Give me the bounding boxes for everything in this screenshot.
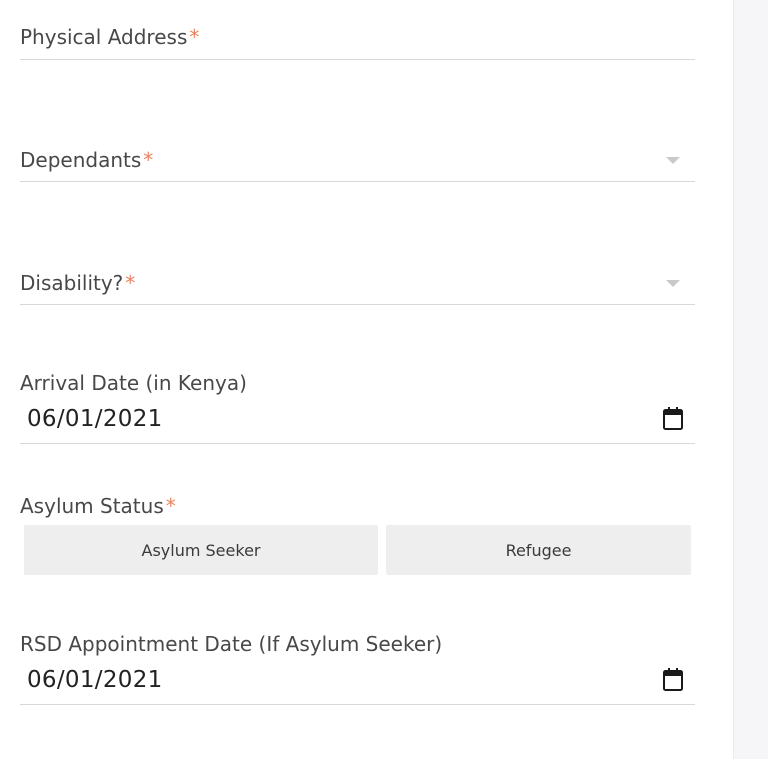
- chevron-down-icon[interactable]: [666, 157, 680, 164]
- required-mark: *: [165, 494, 176, 518]
- side-panel-edge: [733, 0, 768, 759]
- rsd-appointment-date-input[interactable]: 06/01/2021: [20, 661, 695, 705]
- chevron-down-icon[interactable]: [666, 280, 680, 287]
- dependants-select[interactable]: Dependants *: [20, 144, 695, 182]
- physical-address-label-text: Physical Address: [20, 25, 188, 49]
- arrival-date-input[interactable]: 06/01/2021: [20, 400, 695, 444]
- registration-form: Physical Address * Dependants * Disability…: [0, 0, 733, 759]
- physical-address-field[interactable]: Physical Address *: [20, 22, 695, 60]
- asylum-status-label-text: Asylum Status: [20, 494, 164, 518]
- dependants-label-text: Dependants: [20, 148, 142, 172]
- required-mark: *: [125, 271, 136, 295]
- calendar-icon[interactable]: [662, 668, 684, 692]
- required-mark: *: [189, 25, 200, 49]
- arrival-date-label: Arrival Date (in Kenya): [20, 371, 247, 395]
- physical-address-label: Physical Address *: [20, 24, 199, 50]
- rsd-appointment-date-label: RSD Appointment Date (If Asylum Seeker): [20, 632, 443, 656]
- disability-select[interactable]: Disability? *: [20, 267, 695, 305]
- disability-label: Disability? *: [20, 270, 135, 296]
- arrival-date-value[interactable]: 06/01/2021: [27, 405, 163, 433]
- required-mark: *: [143, 148, 154, 172]
- disability-label-text: Disability?: [20, 271, 124, 295]
- dependants-label: Dependants *: [20, 147, 153, 173]
- asylum-seeker-option[interactable]: Asylum Seeker: [24, 525, 378, 575]
- rsd-appointment-date-value[interactable]: 06/01/2021: [27, 666, 163, 694]
- refugee-option[interactable]: Refugee: [386, 525, 691, 575]
- calendar-icon[interactable]: [662, 407, 684, 431]
- asylum-status-label: Asylum Status *: [20, 493, 176, 519]
- page: Physical Address * Dependants * Disability…: [0, 0, 768, 759]
